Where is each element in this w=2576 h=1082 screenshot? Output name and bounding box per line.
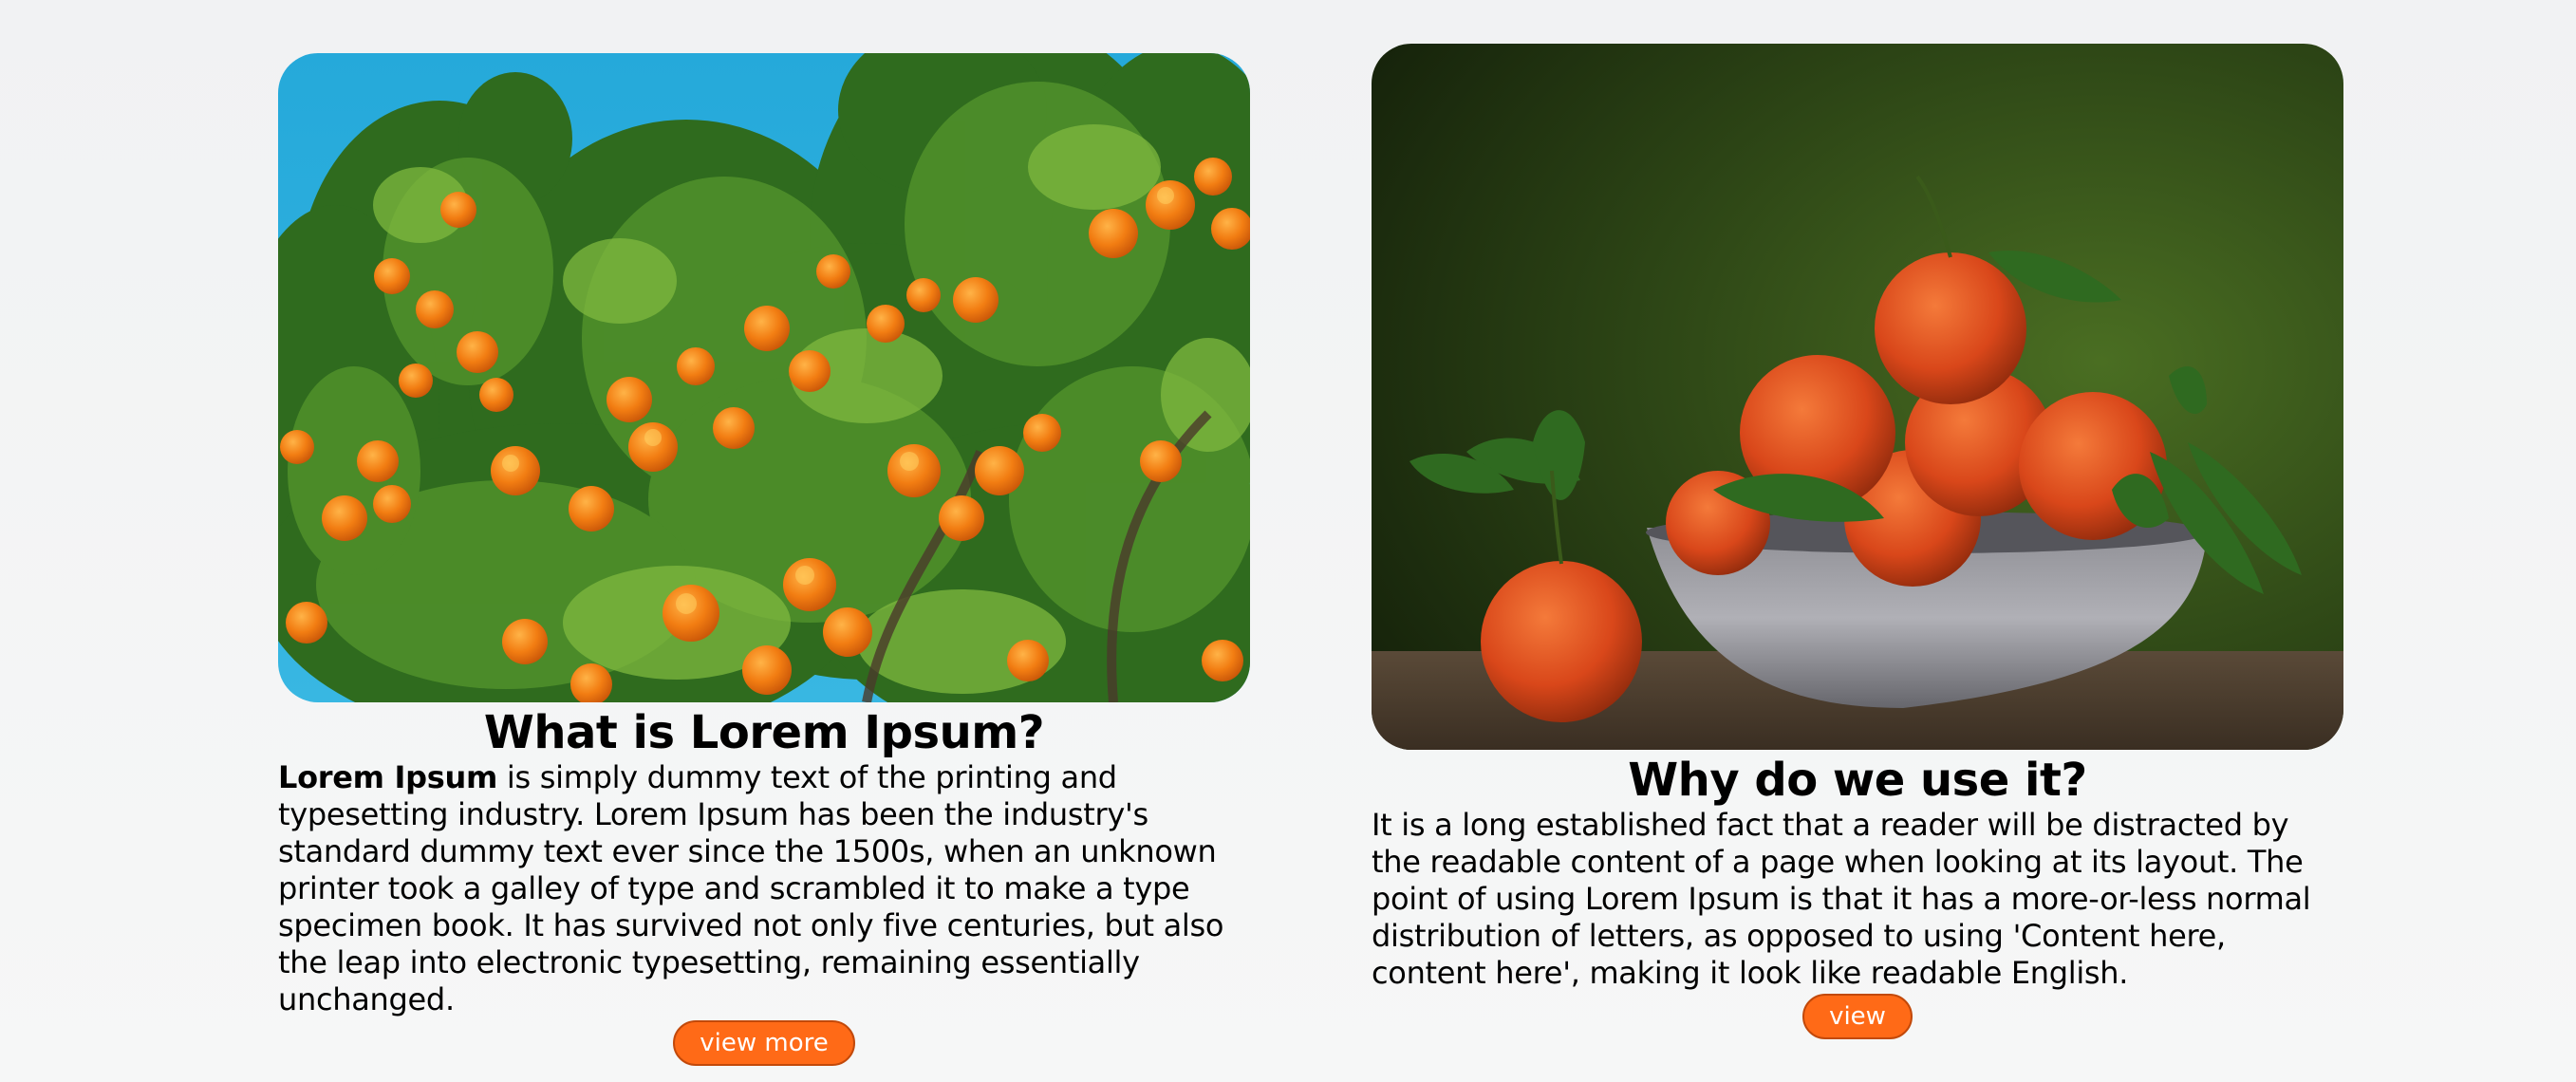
view-button[interactable]: view bbox=[1802, 994, 1913, 1039]
card-image-tangerine-bowl bbox=[1372, 44, 2343, 750]
card-title: What is Lorem Ipsum? bbox=[483, 706, 1045, 759]
tangerine-bowl-photo bbox=[1372, 44, 2343, 750]
card-why-use-it: Why do we use it? It is a long establish… bbox=[1372, 44, 2343, 1039]
card-description-bold: Lorem Ipsum bbox=[278, 759, 498, 795]
card-actions: view more bbox=[278, 1020, 1250, 1066]
card-description-text: is simply dummy text of the printing and… bbox=[278, 759, 1224, 1017]
card-actions: view bbox=[1372, 994, 2343, 1039]
card-lorem-ipsum: What is Lorem Ipsum? Lorem Ipsum is simp… bbox=[278, 53, 1250, 1066]
view-more-button[interactable]: view more bbox=[673, 1020, 855, 1066]
card-description: Lorem Ipsum is simply dummy text of the … bbox=[278, 759, 1250, 1018]
card-title: Why do we use it? bbox=[1628, 754, 2087, 807]
card-description: It is a long established fact that a rea… bbox=[1372, 807, 2311, 991]
orange-tree-photo bbox=[278, 53, 1250, 702]
card-image-orange-tree bbox=[278, 53, 1250, 702]
